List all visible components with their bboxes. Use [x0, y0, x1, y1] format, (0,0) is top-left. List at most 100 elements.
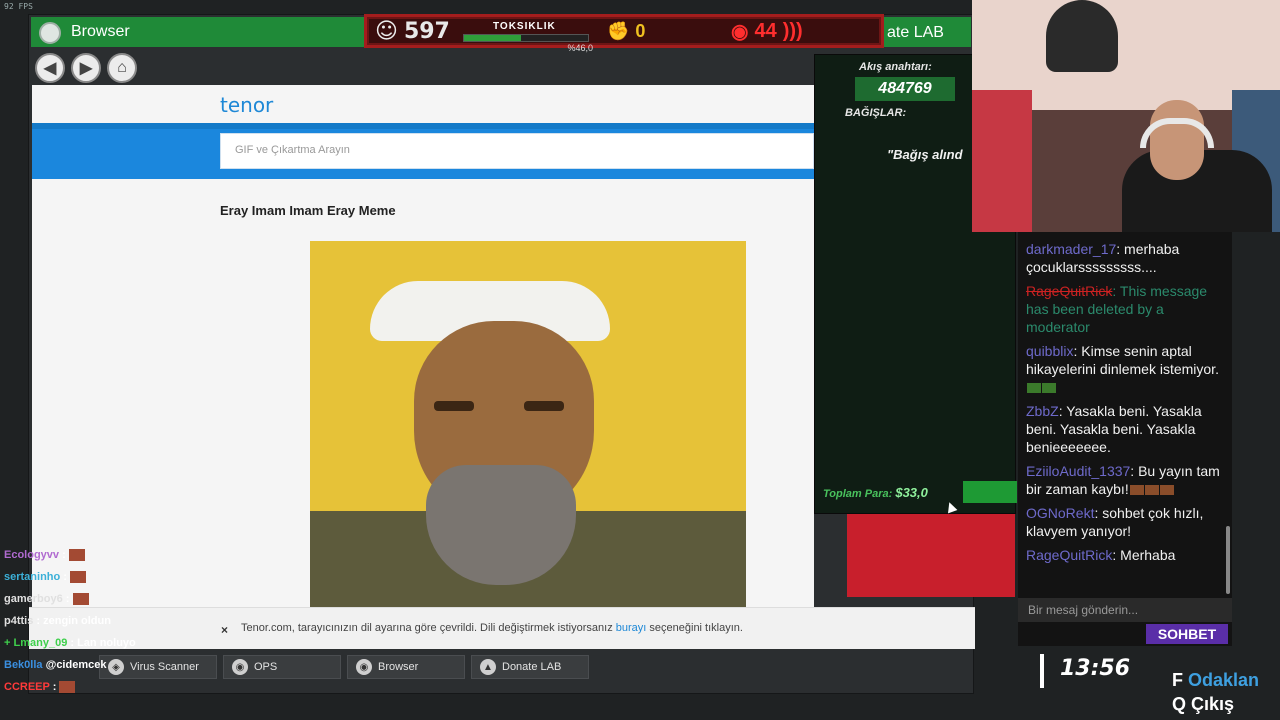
emote-icon: [59, 681, 76, 694]
chat-scrollbar[interactable]: [1226, 526, 1230, 594]
donation-progress: [963, 481, 1017, 503]
arrow-right-icon: ▶: [79, 60, 93, 77]
chat-nick[interactable]: ZbbZ: [1026, 403, 1059, 419]
views-counter: ◉ 44 ))): [731, 19, 803, 44]
clock: 13:56: [1060, 656, 1131, 681]
window-title-right: ate LAB: [887, 24, 944, 41]
forward-button[interactable]: ▶: [71, 53, 101, 83]
overlay-text: :: [60, 571, 67, 583]
notice-link[interactable]: burayı: [616, 622, 647, 634]
chat-nick[interactable]: quibblix: [1026, 343, 1073, 359]
taskbar-donate-lab[interactable]: ▲ Donate LAB: [471, 655, 589, 679]
globe-icon: ◉: [232, 659, 248, 675]
back-button[interactable]: ◀: [35, 53, 65, 83]
views-count: 44: [754, 19, 777, 42]
taskbar-label: OPS: [254, 661, 278, 673]
emote-icon: [1027, 383, 1041, 394]
overlay-text: :: [62, 593, 70, 605]
overlay-nick: Bek0lla: [4, 659, 43, 671]
stream-scene: 92 FPS Browser ate LAB ◀ ▶ ⌂ tenor GIF v…: [0, 0, 1280, 720]
chat-message: quibblix: Kimse senin aptal hikayelerini…: [1026, 342, 1224, 396]
webcam-feed: [972, 0, 1280, 232]
chat-text: : Merhaba: [1112, 547, 1176, 563]
overlay-chat-line: p4ttis : zengin oldun: [4, 610, 136, 632]
donation-total: Toplam Para: $33,0: [823, 485, 928, 500]
emote-icon: [1159, 485, 1174, 496]
chat-message: OGNoRekt: sohbet çok hızlı, klavyem yanı…: [1026, 504, 1224, 540]
browser-icon: [39, 22, 61, 44]
emote-icon: [72, 593, 89, 606]
total-label: Toplam Para:: [823, 488, 893, 500]
browser-icon: ◉: [356, 659, 372, 675]
taskbar: ◈ Virus Scanner ◉ OPS ◉ Browser ▲ Donate LAB: [29, 655, 975, 683]
donations-label: BAĞIŞLAR:: [845, 107, 907, 119]
overlay-text: @cidemcek: [42, 659, 107, 671]
plus-icon: +: [4, 637, 11, 649]
search-input[interactable]: GIF ve Çıkartma Arayın: [220, 133, 814, 169]
overlay-nick: p4ttis: [4, 615, 34, 627]
toxicity-bar: [463, 33, 589, 42]
stream-hud: ☺ 597 TOKSIKLIK %46,0 ✊ 0 ◉ 44 ))): [364, 14, 884, 53]
exit-label: Çıkış: [1191, 694, 1235, 714]
tenor-logo[interactable]: tenor: [220, 93, 273, 117]
flask-icon: ▲: [480, 659, 496, 675]
chat-message-deleted: RageQuitRick: This message has been dele…: [1026, 282, 1224, 336]
taskbar-label: Donate LAB: [502, 661, 562, 673]
nav-controls: ◀ ▶ ⌂: [35, 53, 137, 83]
overlay-nick: Lmany_09: [13, 637, 68, 649]
notice-message: Tenor.com, tarayıcınızın dil ayarına gör…: [241, 622, 743, 634]
emote-icon: [70, 571, 87, 584]
overlay-text: : Lan noluyo: [67, 637, 136, 649]
focus-hint: F Odaklan: [1172, 668, 1259, 692]
stream-key-value: 484769: [855, 77, 955, 101]
overlay-chat-line: sertaninho :: [4, 566, 136, 588]
chat-input[interactable]: Bir mesaj gönderin...: [1018, 598, 1232, 622]
total-value: $33,0: [895, 485, 928, 500]
gif-title: Eray Imam Imam Eray Meme: [220, 203, 396, 218]
taskbar-label: Browser: [378, 661, 419, 673]
close-icon[interactable]: ×: [221, 623, 228, 637]
fist-icon: ✊: [607, 20, 630, 41]
taskbar-ops[interactable]: ◉ OPS: [223, 655, 341, 679]
user-icon: ☺: [375, 18, 398, 44]
home-button[interactable]: ⌂: [107, 53, 137, 83]
taskbar-browser[interactable]: ◉ Browser: [347, 655, 465, 679]
exit-key: Q: [1172, 694, 1187, 714]
emote-icon: [1129, 485, 1144, 496]
clock-divider: [1040, 654, 1044, 688]
donation-quote: "Bağış alınd: [887, 147, 963, 162]
overlay-nick: gamerboy6: [4, 593, 63, 605]
fps-counter: 92 FPS: [4, 2, 33, 11]
emote-icon: [1144, 485, 1159, 496]
taskbar-label: Virus Scanner: [130, 661, 199, 673]
chat-nick[interactable]: EziiloAudit_1337: [1026, 463, 1130, 479]
viewer-count: ☺ 597: [375, 18, 450, 44]
overlay-chat: Ecologyvv : sertaninho : gamerboy6 : p4t…: [4, 544, 136, 698]
focus-label: Odaklan: [1188, 670, 1260, 690]
overlay-text: :: [59, 549, 66, 561]
toxicity-fill: [464, 34, 522, 41]
overlay-chat-line: gamerboy6 :: [4, 588, 136, 610]
lamp: [1046, 0, 1118, 72]
fist-count: 0: [635, 20, 646, 41]
chat-nick[interactable]: OGNoRekt: [1026, 505, 1094, 521]
overlay-chat-line: CCREEP :: [4, 676, 136, 698]
gif-image[interactable]: [310, 241, 746, 607]
window-title: Browser: [71, 23, 130, 40]
chat-send-button[interactable]: SOHBET: [1146, 624, 1228, 644]
overlay-text: : zengin oldun: [33, 615, 111, 627]
emote-icon: [1042, 383, 1056, 394]
chat-message: RageQuitRick: Merhaba: [1026, 546, 1224, 564]
webpage: tenor GIF ve Çıkartma Arayın Eray Imam I…: [32, 85, 814, 647]
overlay-nick: Ecologyvv: [4, 549, 60, 561]
overlay-text: :: [49, 681, 57, 693]
fist-counter: ✊ 0: [607, 21, 667, 42]
overlay-chat-line: Ecologyvv :: [4, 544, 136, 566]
chat-nick[interactable]: RageQuitRick: [1026, 283, 1112, 299]
viewer-count-value: 597: [403, 18, 450, 44]
chat-nick[interactable]: darkmader_17: [1026, 241, 1116, 257]
chat-message: ZbbZ: Yasakla beni. Yasakla beni. Yasakl…: [1026, 402, 1224, 456]
chat-nick[interactable]: RageQuitRick: [1026, 547, 1112, 563]
focus-key: F: [1172, 670, 1183, 690]
notice-tail: seçeneğini tıklayın.: [649, 622, 743, 634]
